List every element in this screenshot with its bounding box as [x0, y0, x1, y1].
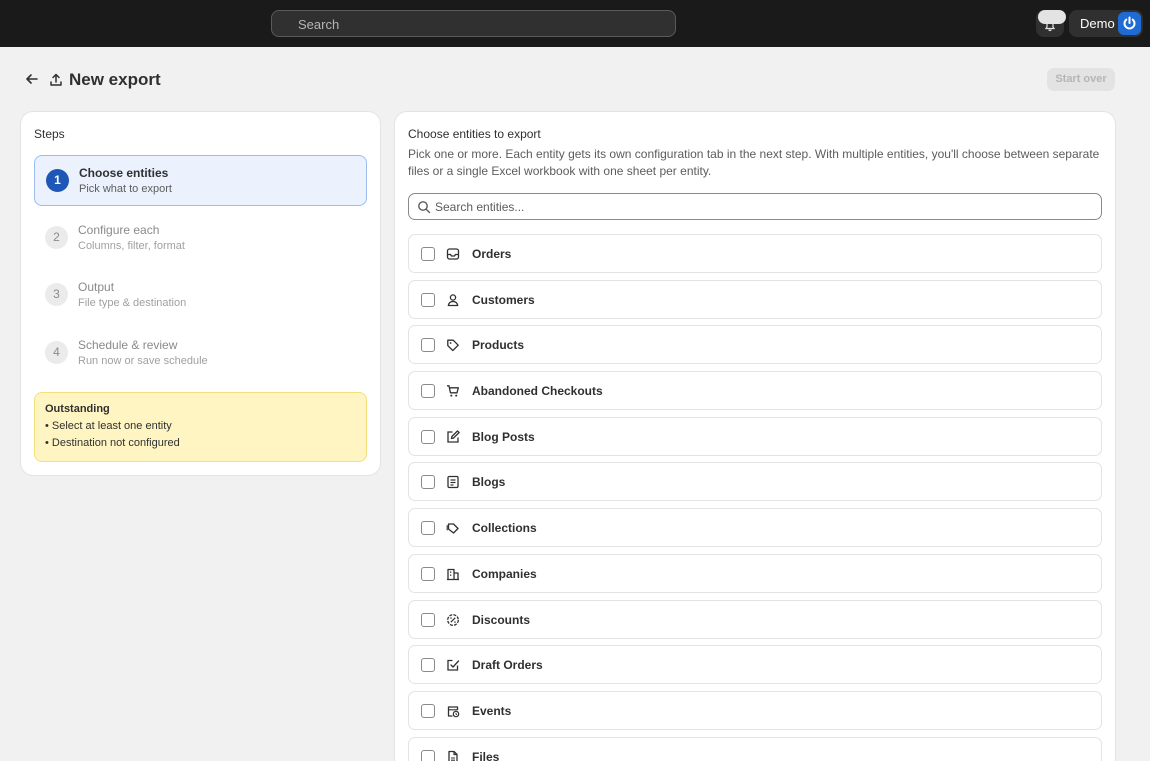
entity-label: Products: [472, 338, 525, 353]
entity-row-files[interactable]: Files: [408, 736, 1102, 761]
entity-checkbox[interactable]: [421, 429, 435, 444]
blog-icon: [447, 476, 459, 489]
step-number: 1: [46, 169, 69, 192]
step-output[interactable]: 3 Output File type & destination: [34, 270, 367, 321]
entity-label: Companies: [472, 566, 537, 581]
entity-row-orders[interactable]: Orders: [408, 234, 1102, 273]
step-name: Configure each: [78, 223, 160, 237]
step-number: 4: [45, 341, 68, 364]
global-search[interactable]: Search: [271, 10, 676, 37]
start-over-button[interactable]: Start over: [1047, 68, 1115, 91]
entity-checkbox[interactable]: [421, 749, 435, 761]
entity-search-input[interactable]: [435, 198, 1085, 216]
entities-description: Pick one or more. Each entity gets its o…: [408, 147, 1100, 178]
entities-card: Choose entities to export Pick one or mo…: [395, 112, 1115, 761]
notifications-button[interactable]: [1036, 10, 1066, 37]
entity-row-events[interactable]: Events: [408, 690, 1102, 730]
step-description: Pick what to export: [79, 183, 172, 195]
entity-row-blog-posts[interactable]: Blog Posts: [408, 416, 1102, 456]
outstanding-banner: Outstanding • Select at least one entity…: [34, 392, 367, 462]
step-number: 2: [45, 226, 68, 249]
entity-row-companies[interactable]: Companies: [408, 553, 1102, 593]
entity-row-blogs[interactable]: Blogs: [408, 462, 1102, 502]
inbox-icon: [446, 248, 460, 260]
entity-row-abandoned-checkouts[interactable]: Abandoned Checkouts: [408, 371, 1102, 411]
entity-label: Blog Posts: [472, 429, 535, 444]
export-icon: [50, 73, 62, 86]
step-name: Choose entities: [79, 166, 169, 180]
power-icon: [1123, 16, 1136, 30]
entity-list: Orders Customers Products Abandoned Chec…: [408, 234, 1102, 761]
avatar: [1118, 12, 1141, 35]
step-configure-each[interactable]: 2 Configure each Columns, filter, format: [34, 213, 367, 264]
entity-checkbox[interactable]: [421, 566, 435, 581]
person-icon: [447, 293, 459, 306]
tag-icon: [447, 339, 459, 352]
step-number: 3: [45, 283, 68, 306]
bell-icon: [1044, 20, 1056, 32]
edit-icon: [447, 430, 460, 443]
user-name: Demo: [1080, 16, 1115, 31]
file-icon: [448, 750, 458, 761]
outstanding-item: • Destination not configured: [45, 437, 180, 449]
entity-row-collections[interactable]: Collections: [408, 508, 1102, 548]
entity-row-draft-orders[interactable]: Draft Orders: [408, 645, 1102, 685]
entity-row-discounts[interactable]: Discounts: [408, 599, 1102, 639]
step-description: File type & destination: [78, 297, 187, 309]
calendar-icon: [447, 706, 460, 718]
entity-label: Collections: [472, 521, 537, 536]
entity-row-customers[interactable]: Customers: [408, 279, 1102, 319]
entity-label: Abandoned Checkouts: [472, 384, 603, 399]
global-search-placeholder: Search: [298, 17, 340, 32]
step-name: Output: [78, 280, 115, 294]
entities-title: Choose entities to export: [408, 127, 541, 141]
search-icon: [418, 201, 431, 214]
outstanding-heading: Outstanding: [45, 403, 110, 415]
entity-checkbox[interactable]: [421, 521, 435, 536]
entity-search[interactable]: [408, 193, 1102, 220]
cart-icon: [447, 385, 459, 397]
step-schedule-review[interactable]: 4 Schedule & review Run now or save sche…: [34, 328, 367, 379]
user-menu-button[interactable]: Demo: [1069, 10, 1143, 37]
step-description: Run now or save schedule: [78, 355, 208, 367]
entity-checkbox[interactable]: [421, 612, 435, 627]
page-title: New export: [69, 70, 161, 89]
draft-order-icon: [447, 660, 460, 671]
entity-checkbox[interactable]: [421, 338, 435, 353]
building-icon: [447, 568, 459, 580]
outstanding-item: • Select at least one entity: [45, 420, 172, 432]
collection-icon: [446, 523, 459, 534]
entity-label: Events: [472, 703, 512, 718]
entity-checkbox[interactable]: [421, 292, 435, 307]
entity-checkbox[interactable]: [421, 247, 435, 261]
discount-icon: [447, 613, 459, 626]
entity-label: Draft Orders: [472, 658, 543, 673]
entity-row-products[interactable]: Products: [408, 325, 1102, 365]
entity-label: Orders: [472, 247, 512, 261]
step-description: Columns, filter, format: [78, 240, 185, 252]
entity-label: Customers: [472, 292, 535, 307]
step-name: Schedule & review: [78, 338, 178, 352]
entity-label: Files: [472, 749, 500, 761]
steps-heading: Steps: [34, 127, 65, 141]
arrow-left-icon[interactable]: [24, 71, 40, 87]
entity-checkbox[interactable]: [421, 703, 435, 718]
top-bar: Search Demo: [0, 0, 1150, 47]
entity-checkbox[interactable]: [421, 475, 435, 490]
entity-label: Discounts: [472, 612, 531, 627]
entity-checkbox[interactable]: [421, 384, 435, 399]
steps-card: Steps 1 Choose entities Pick what to exp…: [21, 112, 380, 475]
entity-checkbox[interactable]: [421, 658, 435, 673]
entity-label: Blogs: [472, 475, 506, 490]
step-choose-entities[interactable]: 1 Choose entities Pick what to export: [34, 155, 367, 206]
